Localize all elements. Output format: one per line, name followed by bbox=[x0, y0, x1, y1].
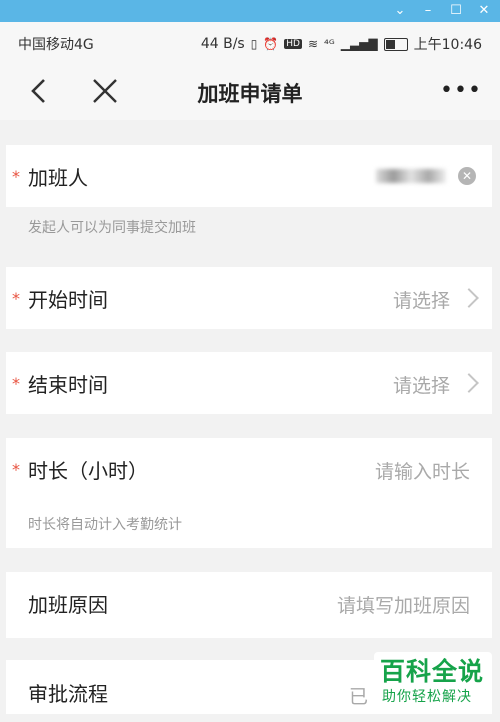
minimize-icon[interactable]: – bbox=[419, 2, 437, 20]
duration-hint: 时长将自动计入考勤统计 bbox=[6, 500, 492, 548]
app-header: 加班申请单 ••• bbox=[0, 64, 500, 120]
page-title: 加班申请单 bbox=[197, 82, 303, 106]
duration-input[interactable]: 请输入时长 bbox=[375, 457, 470, 484]
overtime-person-label: 加班人 bbox=[28, 166, 88, 190]
approval-value: 已 bbox=[348, 686, 368, 708]
reason-label: 加班原因 bbox=[28, 593, 108, 617]
start-time-row[interactable]: * 开始时间 请选择 bbox=[6, 267, 492, 329]
start-time-placeholder: 请选择 bbox=[392, 290, 450, 312]
reason-input[interactable]: 请填写加班原因 bbox=[337, 591, 470, 618]
chevron-right-icon bbox=[459, 373, 479, 393]
chevron-down-icon[interactable]: ⌄ bbox=[391, 2, 409, 20]
hd-icon: HD bbox=[284, 39, 302, 49]
watermark-subtitle: 助你轻松解决 bbox=[382, 689, 472, 705]
duration-row[interactable]: * 时长（小时） 请输入时长 bbox=[6, 438, 492, 500]
signal-icon: ▁▃▅▇ bbox=[340, 37, 378, 51]
clock-label: 上午10:46 bbox=[413, 37, 482, 53]
close-window-icon[interactable]: ✕ bbox=[475, 2, 493, 20]
end-time-row[interactable]: * 结束时间 请选择 bbox=[6, 352, 492, 414]
chevron-right-icon bbox=[459, 288, 479, 308]
start-time-label: 开始时间 bbox=[28, 288, 108, 312]
network-speed: 44 B/s bbox=[200, 36, 245, 52]
overtime-person-row[interactable]: * 加班人 ✕ bbox=[6, 145, 492, 207]
approval-label: 审批流程 bbox=[28, 682, 108, 706]
wifi-icon: ≋ bbox=[307, 37, 319, 51]
watermark-title: 百科全说 bbox=[380, 657, 485, 686]
required-marker: * bbox=[12, 374, 20, 393]
battery-icon bbox=[383, 37, 408, 51]
end-time-placeholder: 请选择 bbox=[392, 375, 450, 397]
duration-label: 时长（小时） bbox=[28, 459, 148, 483]
network-type-icon: ⁴ᴳ bbox=[324, 37, 335, 51]
required-marker: * bbox=[12, 167, 20, 186]
maximize-icon[interactable]: ☐ bbox=[447, 2, 465, 20]
watermark-logo: 百科全说 助你轻松解决 bbox=[374, 652, 492, 708]
carrier-label: 中国移动4G bbox=[18, 37, 94, 53]
vibrate-icon: ▯ bbox=[250, 37, 258, 51]
required-marker: * bbox=[12, 289, 20, 308]
clear-icon[interactable]: ✕ bbox=[458, 167, 476, 185]
reason-row[interactable]: 加班原因 请填写加班原因 bbox=[6, 572, 492, 638]
required-marker: * bbox=[12, 460, 20, 479]
window-title-bar: ⌄ – ☐ ✕ bbox=[0, 0, 500, 22]
hint-text: 时长将自动计入考勤统计 bbox=[28, 517, 182, 533]
more-menu-icon[interactable]: ••• bbox=[440, 74, 481, 108]
end-time-label: 结束时间 bbox=[28, 373, 108, 397]
hint-text: 发起人可以为同事提交加班 bbox=[28, 220, 196, 236]
alarm-icon: ⏰ bbox=[263, 37, 279, 51]
blurred-name bbox=[376, 169, 446, 183]
overtime-person-hint: 发起人可以为同事提交加班 bbox=[6, 207, 492, 263]
status-bar: 中国移动4G 44 B/s ▯ ⏰ HD ≋ ⁴ᴳ ▁▃▅▇ 上午10:46 bbox=[0, 22, 500, 64]
